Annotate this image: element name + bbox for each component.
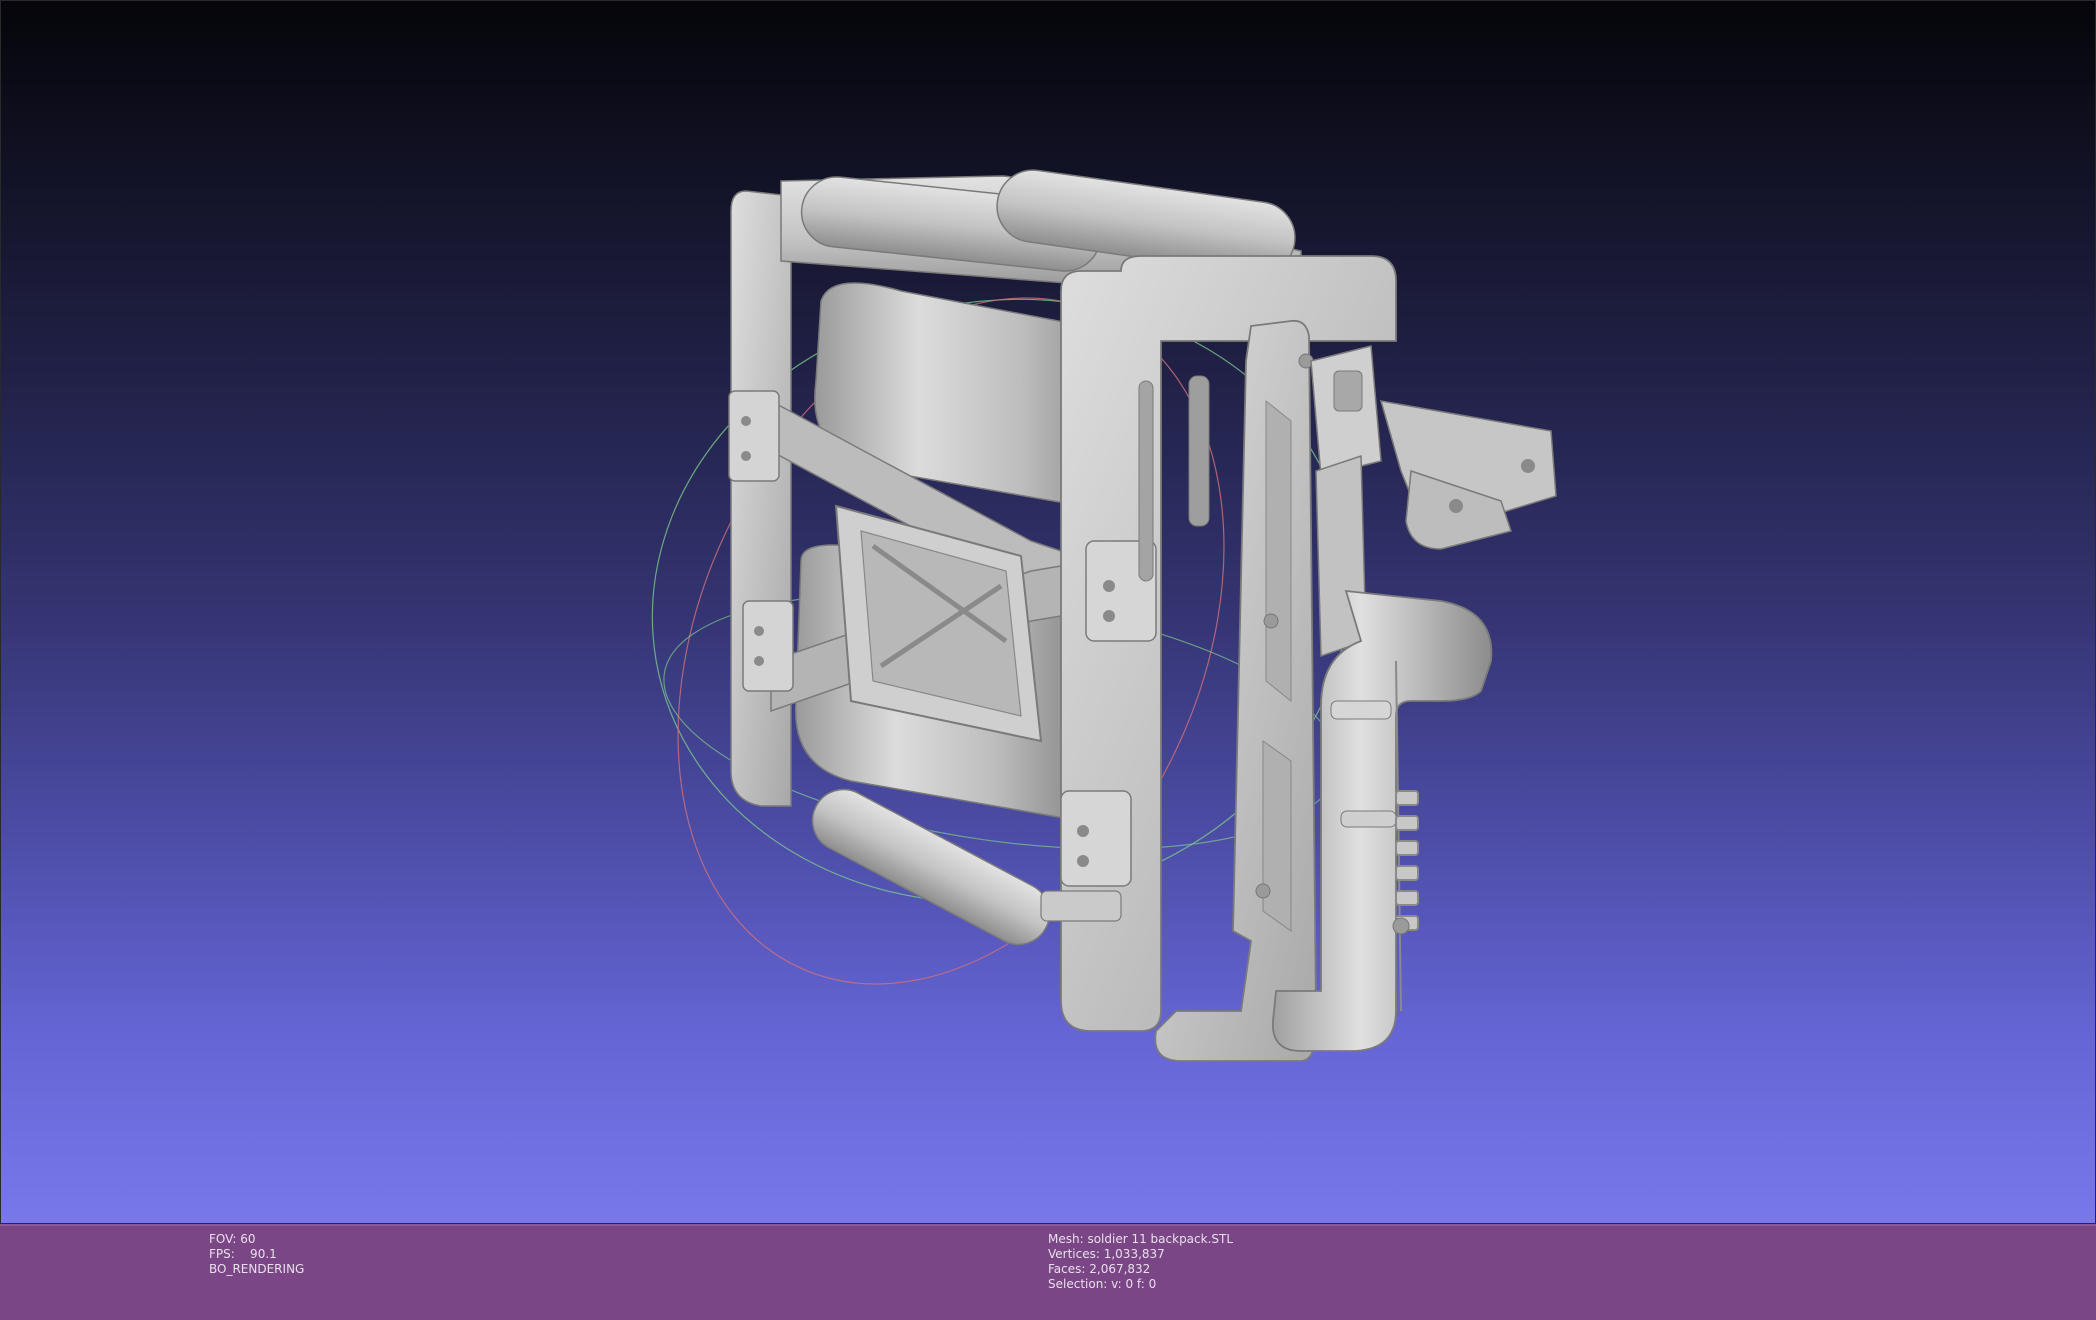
fov-readout: FOV: 60 [209,1232,256,1246]
backpack-model [728,169,1557,1062]
render-mode-readout: BO_RENDERING [209,1262,305,1276]
mesh-stats: Mesh: soldier 11 backpack.STL Vertices: … [1048,1232,1233,1292]
fps-readout: FPS: 90.1 [209,1247,277,1261]
3d-viewport[interactable] [0,0,2096,1224]
mesh-name-readout: Mesh: soldier 11 backpack.STL [1048,1232,1234,1246]
status-info-bar: FOV: 60 FPS: 90.1 BO_RENDERING Mesh: sol… [0,1224,2096,1320]
vertices-readout: Vertices: 1,033,837 [1048,1247,1165,1261]
render-stats: FOV: 60 FPS: 90.1 BO_RENDERING [209,1232,304,1277]
mesh-render[interactable] [1,1,2096,1224]
selection-readout: Selection: v: 0 f: 0 [1048,1277,1157,1291]
faces-readout: Faces: 2,067,832 [1048,1262,1151,1276]
